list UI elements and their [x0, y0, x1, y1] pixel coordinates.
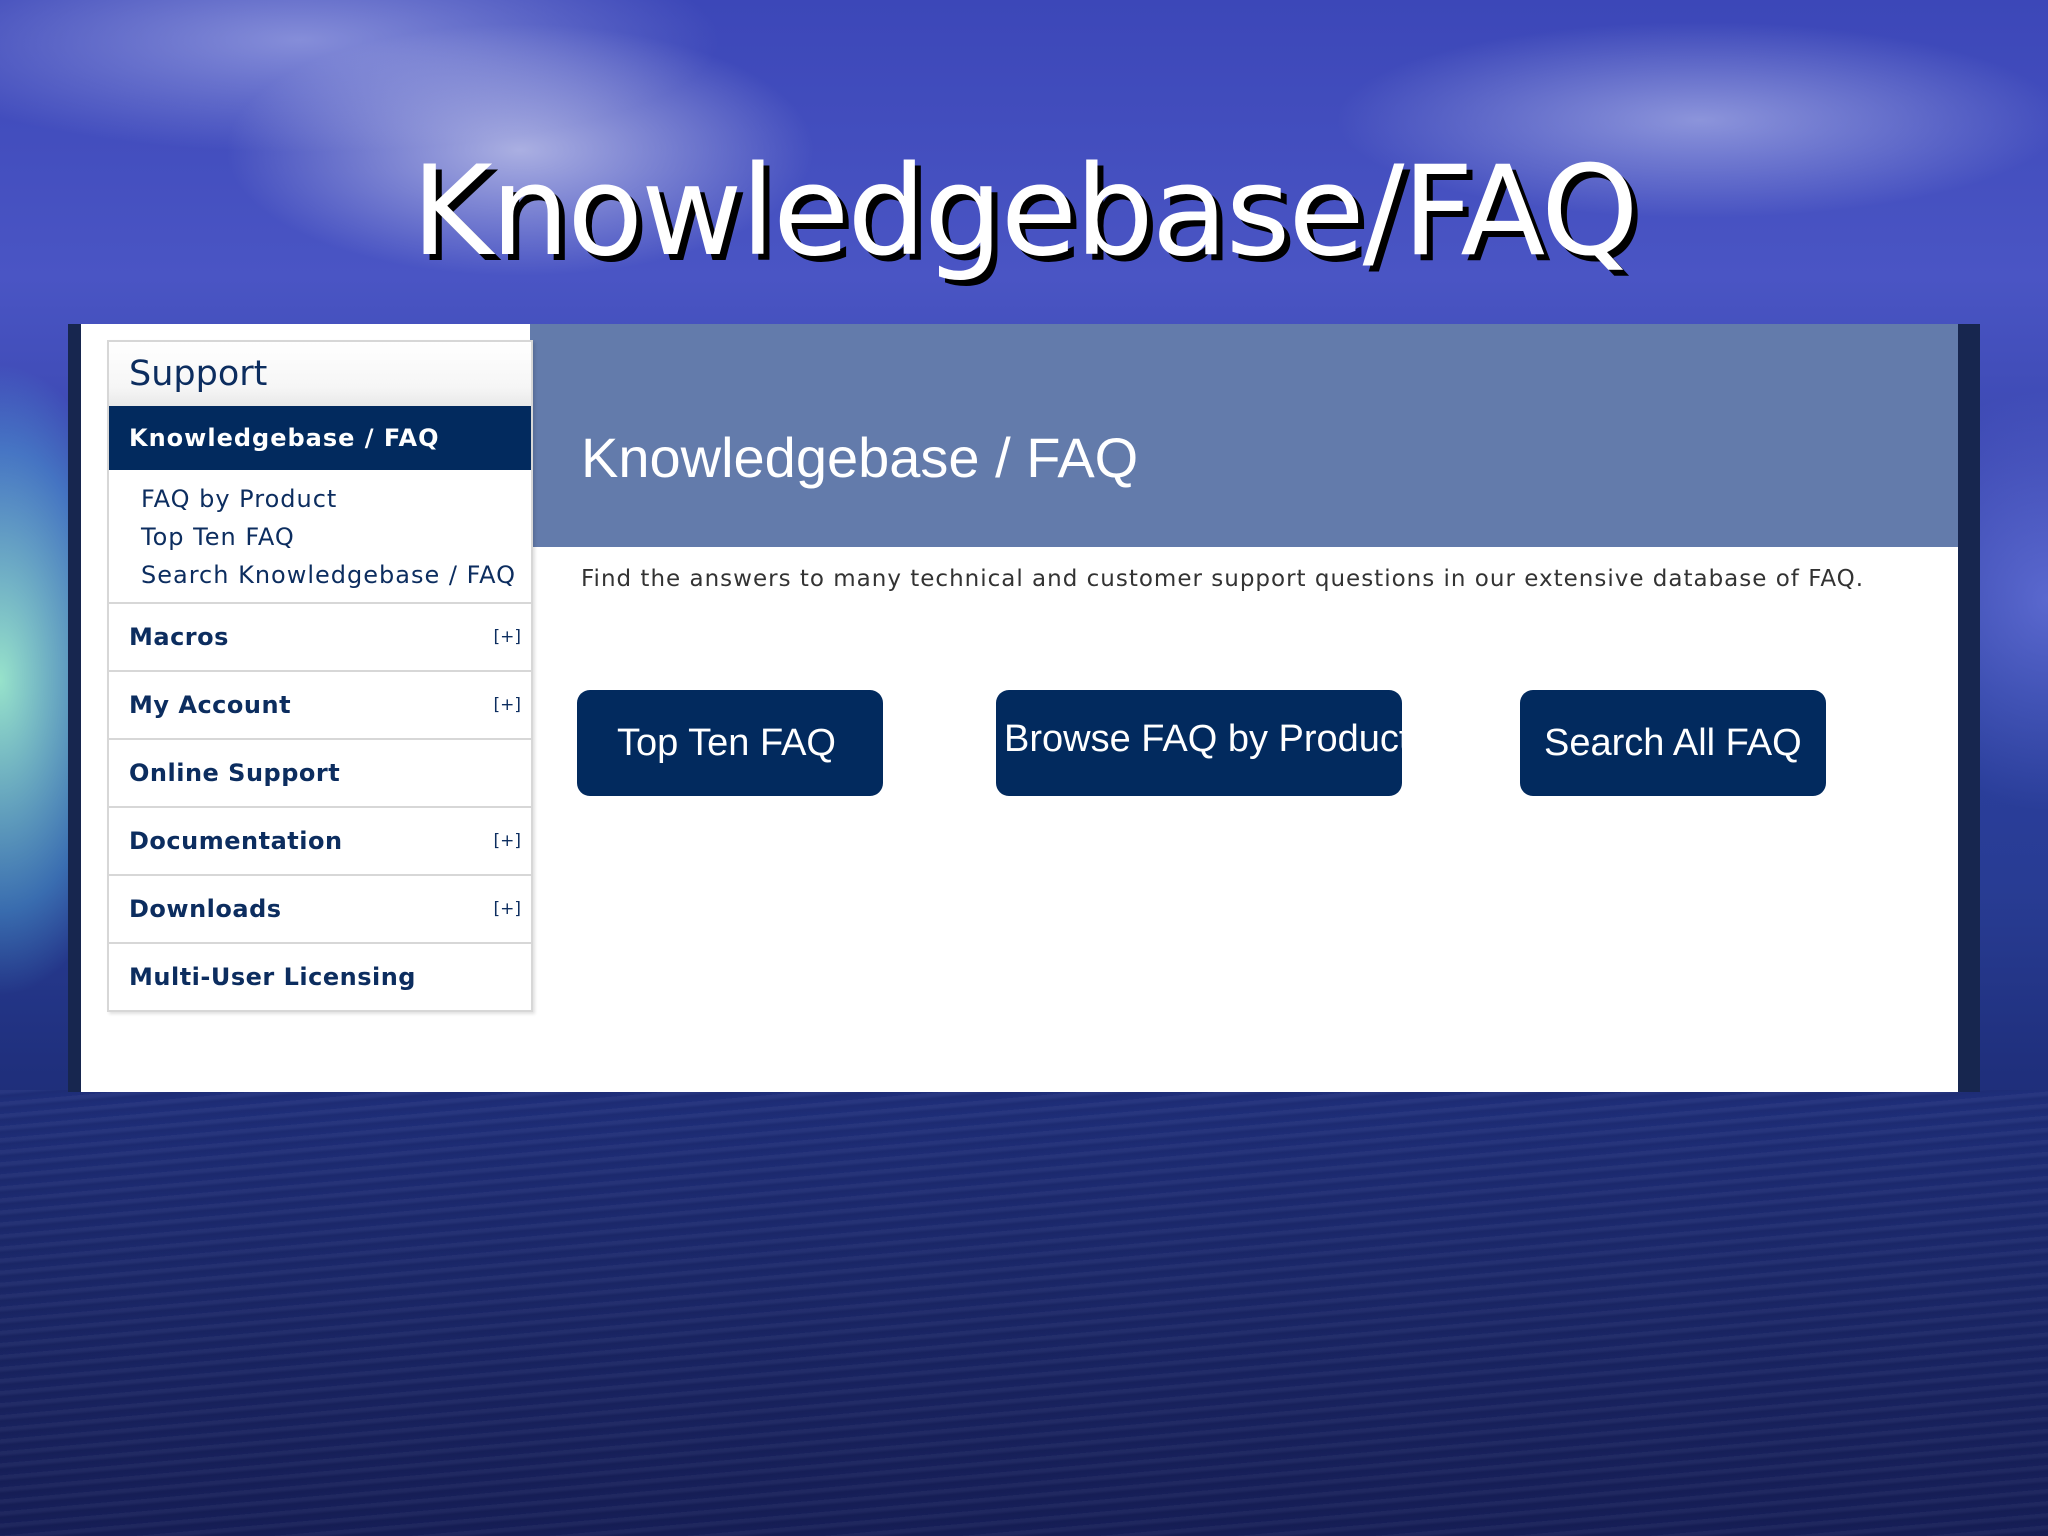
sidebar-item-label: Online Support [129, 759, 341, 787]
sidebar-item-downloads[interactable]: Downloads [+] [109, 876, 531, 944]
page-title: Knowledgebase / FAQ [581, 426, 1139, 489]
sidebar-sub-item-top-ten-faq[interactable]: Top Ten FAQ [141, 518, 531, 556]
search-all-faq-button[interactable]: Search All FAQ [1520, 690, 1826, 796]
sidebar-item-label: Downloads [129, 895, 282, 923]
sidebar-sub-list: FAQ by Product Top Ten FAQ Search Knowle… [109, 470, 531, 604]
slide-title: Knowledgebase/FAQ [411, 140, 1638, 284]
sidebar-item-macros[interactable]: Macros [+] [109, 604, 531, 672]
ocean-background [0, 1090, 2048, 1536]
top-ten-faq-button[interactable]: Top Ten FAQ [577, 690, 883, 796]
sidebar-sub-item-faq-by-product[interactable]: FAQ by Product [141, 480, 531, 518]
expand-toggle[interactable]: [+] [493, 808, 521, 874]
sidebar-item-label: Documentation [129, 827, 343, 855]
sidebar-item-multi-user-licensing[interactable]: Multi-User Licensing [109, 944, 531, 1010]
sidebar-item-label: My Account [129, 691, 292, 719]
sidebar-item-documentation[interactable]: Documentation [+] [109, 808, 531, 876]
website-screenshot: Support Knowledgebase / FAQ FAQ by Produ… [68, 324, 1980, 1092]
expand-toggle[interactable]: [+] [493, 604, 521, 670]
support-sidebar: Support Knowledgebase / FAQ FAQ by Produ… [107, 340, 533, 1012]
expand-toggle[interactable]: [+] [493, 876, 521, 942]
sidebar-item-label: Multi-User Licensing [129, 963, 416, 991]
sidebar-sub-item-search-knowledgebase[interactable]: Search Knowledgebase / FAQ [141, 556, 531, 594]
sidebar-item-my-account[interactable]: My Account [+] [109, 672, 531, 740]
website-page: Support Knowledgebase / FAQ FAQ by Produ… [81, 324, 1958, 1092]
sidebar-heading: Support [109, 340, 531, 406]
sidebar-item-knowledgebase-faq[interactable]: Knowledgebase / FAQ [109, 406, 531, 470]
sidebar-item-label: Macros [129, 623, 229, 651]
browse-faq-by-product-button[interactable]: Browse FAQ by Product [996, 690, 1402, 796]
intro-text: Find the answers to many technical and c… [581, 566, 1865, 592]
expand-toggle[interactable]: [+] [493, 672, 521, 738]
sidebar-item-online-support[interactable]: Online Support [109, 740, 531, 808]
